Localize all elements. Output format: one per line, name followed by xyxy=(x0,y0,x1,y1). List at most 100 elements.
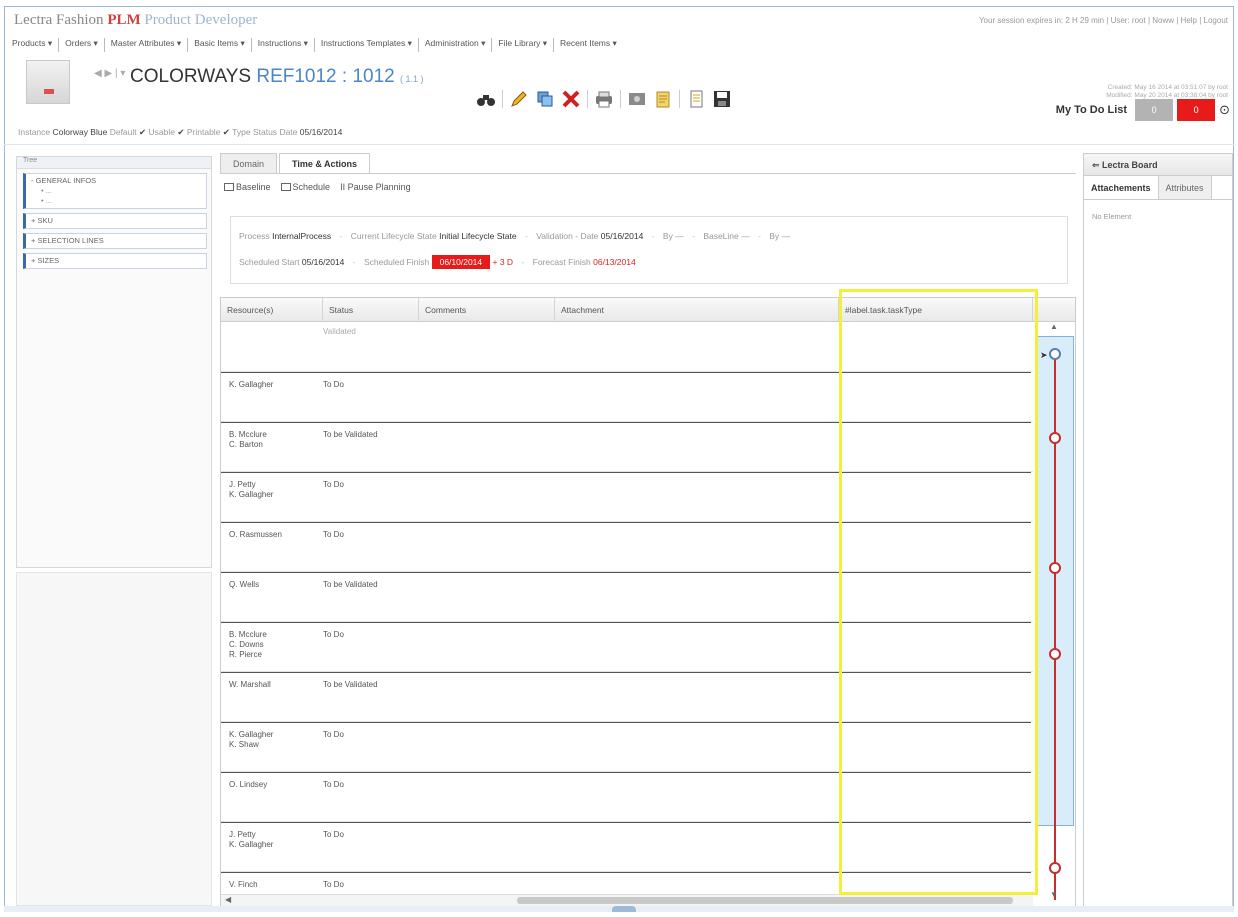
save-icon[interactable] xyxy=(712,89,732,109)
column-task-type[interactable]: #label.task.taskType xyxy=(839,298,1033,322)
default-check-icon: ✔ xyxy=(139,127,147,137)
timeline-node[interactable] xyxy=(1049,432,1061,444)
horizontal-scrollbar[interactable]: ◀ xyxy=(221,894,1033,906)
todo-count-red[interactable]: 0 xyxy=(1177,99,1216,121)
baseline-button[interactable]: Baseline xyxy=(224,182,271,192)
instance-value[interactable]: Colorway Blue xyxy=(53,127,108,137)
timeline-scroll-up-icon[interactable]: ▲ xyxy=(1050,322,1058,331)
toolbar-separator xyxy=(620,90,621,108)
table-row[interactable]: B. Mcclure C. Downs R. Pierce To Do xyxy=(221,622,1033,672)
menu-file-library[interactable]: File Library ▾ xyxy=(492,38,555,52)
timeline-strip: ▲ ➤ ▼ xyxy=(1036,322,1074,900)
menu-recent-items[interactable]: Recent Items ▾ xyxy=(554,38,623,52)
tree-node-general-infos[interactable]: - GENERAL INFOS • ... • ... xyxy=(23,173,207,209)
row-separator xyxy=(221,622,1031,623)
tree-node-sku[interactable]: + SKU xyxy=(23,213,207,229)
table-row[interactable]: K. Gallagher K. Shaw To Do xyxy=(221,722,1033,772)
settings-icon[interactable]: ⊙ xyxy=(1219,102,1230,118)
cell-resources: K. Gallagher xyxy=(229,380,274,389)
timeline-scroll-down-icon[interactable]: ▼ xyxy=(1050,890,1058,899)
schedule-button[interactable]: Schedule xyxy=(280,182,330,192)
record-nav-arrows[interactable]: ◀ ▶ | ▾ xyxy=(94,68,125,79)
bottom-bar xyxy=(4,906,1234,912)
menu-orders[interactable]: Orders ▾ xyxy=(59,38,105,52)
tree-subnode[interactable]: • ... xyxy=(31,196,201,206)
column-attachment[interactable]: Attachment xyxy=(555,298,839,322)
tab-attachements[interactable]: Attachements xyxy=(1084,176,1159,199)
menu-instructions-templates[interactable]: Instructions Templates ▾ xyxy=(315,38,419,52)
reference-link[interactable]: REF1012 : 1012 xyxy=(256,66,394,87)
toolbar-separator xyxy=(679,90,680,108)
cell-status: Validated xyxy=(323,327,356,336)
table-row[interactable]: O. Rasmussen To Do xyxy=(221,522,1033,572)
column-comments[interactable]: Comments xyxy=(419,298,555,322)
menu-instructions[interactable]: Instructions ▾ xyxy=(252,38,315,52)
tab-time-actions[interactable]: Time & Actions xyxy=(279,153,371,173)
user-link[interactable]: User: root xyxy=(1111,16,1146,25)
table-row[interactable]: K. Gallagher To Do xyxy=(221,372,1033,422)
instance-date: 05/16/2014 xyxy=(299,127,343,137)
table-row[interactable]: O. Lindsey To Do xyxy=(221,772,1033,822)
tab-attributes[interactable]: Attributes xyxy=(1158,176,1212,199)
print-icon[interactable] xyxy=(594,89,614,109)
tab-domain[interactable]: Domain xyxy=(220,153,278,173)
menu-master-attributes[interactable]: Master Attributes ▾ xyxy=(105,38,189,52)
tree-panel: Tree - GENERAL INFOS • ... • ... + SKU +… xyxy=(16,156,212,568)
cell-resources: K. Gallagher K. Shaw xyxy=(229,730,274,749)
menu-basic-items[interactable]: Basic Items ▾ xyxy=(188,38,252,52)
row-separator xyxy=(221,822,1031,823)
row-separator xyxy=(221,422,1031,423)
column-status[interactable]: Status xyxy=(323,298,419,322)
created-modified-info: Created: May 16 2014 at 03:51:07 by root… xyxy=(1106,84,1228,99)
empty-state: No Element xyxy=(1092,212,1132,221)
todo-label[interactable]: My To Do List xyxy=(1056,104,1127,116)
binoculars-icon[interactable] xyxy=(476,89,496,109)
timeline-node[interactable] xyxy=(1049,562,1061,574)
toolbar-separator xyxy=(502,90,503,108)
row-separator xyxy=(221,722,1031,723)
tree-node-selection-lines[interactable]: + SELECTION LINES xyxy=(23,233,207,249)
cell-resources: W. Marshall xyxy=(229,680,271,689)
pause-planning-button[interactable]: II Pause Planning xyxy=(340,182,411,192)
delete-icon[interactable] xyxy=(561,89,581,109)
table-row[interactable]: Q. Wells To be Validated xyxy=(221,572,1033,622)
timeline-node[interactable] xyxy=(1049,648,1061,660)
task-grid: Resource(s) Status Comments Attachment #… xyxy=(220,297,1076,907)
product-thumbnail[interactable] xyxy=(26,60,70,104)
cell-status: To be Validated xyxy=(323,680,378,689)
row-separator xyxy=(221,672,1031,673)
scrollbar-thumb[interactable] xyxy=(517,897,1013,904)
table-row[interactable]: J. Petty K. Gallagher To Do xyxy=(221,822,1033,872)
tree-subnode[interactable]: • ... xyxy=(31,186,201,196)
image-icon[interactable] xyxy=(627,89,647,109)
row-separator xyxy=(221,522,1031,523)
pencil-icon[interactable] xyxy=(509,89,529,109)
tree-lower-area xyxy=(16,572,212,906)
grid-header: Resource(s) Status Comments Attachment #… xyxy=(221,298,1075,322)
cell-status: To Do xyxy=(323,780,344,789)
timeline-pointer-icon: ➤ xyxy=(1040,350,1048,360)
collapse-handle[interactable] xyxy=(612,906,636,912)
notes-icon[interactable] xyxy=(653,89,673,109)
menu-products[interactable]: Products ▾ xyxy=(12,38,60,52)
table-row[interactable]: J. Petty K. Gallagher To Do xyxy=(221,472,1033,522)
column-resources[interactable]: Resource(s) xyxy=(221,298,323,322)
table-row[interactable]: Validated xyxy=(221,322,1033,372)
usable-check-icon: ✔ xyxy=(177,127,185,137)
cell-status: To Do xyxy=(323,530,344,539)
timeline-node[interactable] xyxy=(1049,348,1061,360)
table-row[interactable]: W. Marshall To be Validated xyxy=(221,672,1033,722)
scroll-left-icon[interactable]: ◀ xyxy=(225,895,231,904)
tree-node-sizes[interactable]: + SIZES xyxy=(23,253,207,269)
document-icon[interactable] xyxy=(686,89,706,109)
forecast-finish: 06/13/2014 xyxy=(593,257,636,267)
menu-administration[interactable]: Administration ▾ xyxy=(419,38,493,52)
timeline-node[interactable] xyxy=(1049,862,1061,874)
copy-icon[interactable] xyxy=(535,89,555,109)
table-row[interactable]: B. Mcclure C. Barton To be Validated xyxy=(221,422,1033,472)
lectra-board-title[interactable]: ⇐ Lectra Board xyxy=(1084,154,1232,176)
session-links[interactable]: | Noww | Help | Logout xyxy=(1148,16,1228,25)
lectra-board-panel: ⇐ Lectra Board Attachements Attributes N… xyxy=(1083,153,1233,907)
todo-count-grey[interactable]: 0 xyxy=(1135,99,1174,121)
session-info: Your session expires in: 2 H 29 min | Us… xyxy=(978,16,1228,25)
